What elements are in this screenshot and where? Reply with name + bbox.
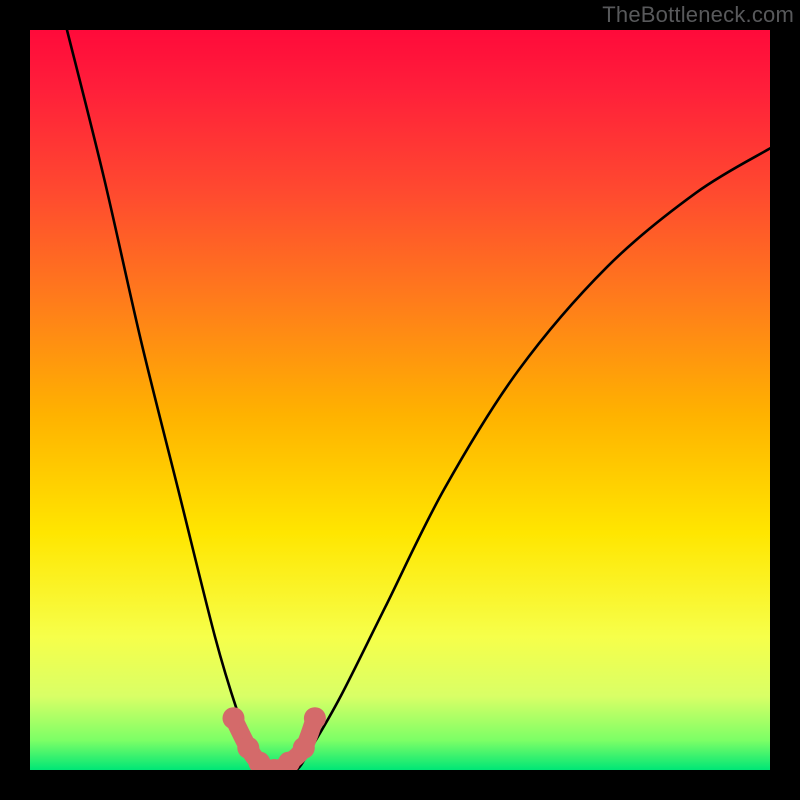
highlight-bottom [223, 707, 326, 770]
highlight-point [223, 707, 245, 729]
highlight-point [304, 707, 326, 729]
plot-area [30, 30, 770, 770]
chart-frame: TheBottleneck.com [0, 0, 800, 800]
watermark-text: TheBottleneck.com [602, 2, 794, 28]
bottleneck-curve [67, 30, 770, 770]
curve-overlay [30, 30, 770, 770]
highlight-point [293, 737, 315, 759]
